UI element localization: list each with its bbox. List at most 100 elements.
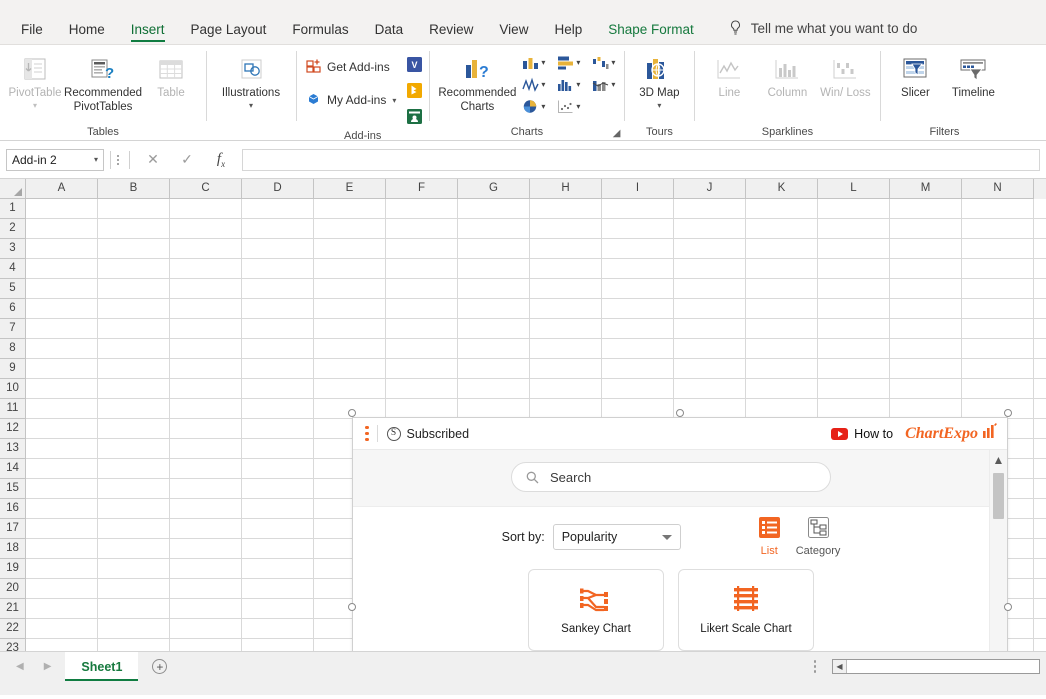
column-header-c[interactable]: C bbox=[170, 179, 242, 199]
row-header[interactable]: 23 bbox=[0, 639, 26, 651]
illustrations-button[interactable]: Illustrations ▾ bbox=[212, 49, 290, 110]
row-header[interactable]: 16 bbox=[0, 499, 26, 519]
chevron-down-icon[interactable]: ▾ bbox=[657, 101, 661, 110]
chevron-up-icon[interactable]: ▲ bbox=[993, 454, 1005, 466]
column-header-j[interactable]: J bbox=[674, 179, 746, 199]
recommended-pivottables-button[interactable]: ? Recommended PivotTables bbox=[64, 49, 142, 114]
row-header[interactable]: 8 bbox=[0, 339, 26, 359]
row-header[interactable]: 3 bbox=[0, 239, 26, 259]
next-sheet-icon[interactable]: ▶ bbox=[44, 661, 52, 672]
formula-input[interactable] bbox=[242, 148, 1040, 171]
column-chart-button[interactable]: ▾ bbox=[519, 53, 548, 72]
how-to-link[interactable]: How to bbox=[831, 427, 893, 441]
column-header-b[interactable]: B bbox=[98, 179, 170, 199]
addin-scrollbar[interactable]: ▲ ▼ bbox=[989, 450, 1007, 651]
row-header[interactable]: 5 bbox=[0, 279, 26, 299]
column-header-k[interactable]: K bbox=[746, 179, 818, 199]
row-header[interactable]: 19 bbox=[0, 559, 26, 579]
sparkline-line-button[interactable]: Line bbox=[700, 49, 758, 101]
stock-chart-button[interactable]: ▾ bbox=[519, 75, 548, 94]
bing-maps-icon[interactable] bbox=[406, 82, 423, 104]
row-header[interactable]: 11 bbox=[0, 399, 26, 419]
search-box[interactable] bbox=[511, 462, 831, 492]
row-header[interactable]: 12 bbox=[0, 419, 26, 439]
sheet-tab-sheet1[interactable]: Sheet1 bbox=[65, 652, 139, 681]
add-sheet-button[interactable]: + bbox=[138, 652, 181, 681]
pie-chart-button[interactable]: ▾ bbox=[519, 97, 548, 116]
my-addins-button[interactable]: My Add-ins ▾ bbox=[302, 88, 400, 112]
column-header-g[interactable]: G bbox=[458, 179, 530, 199]
ribbon-tab-formulas[interactable]: Formulas bbox=[279, 22, 361, 45]
insert-function-icon[interactable]: fx bbox=[204, 151, 238, 169]
chevron-down-icon[interactable]: ▾ bbox=[392, 96, 396, 105]
row-header[interactable]: 15 bbox=[0, 479, 26, 499]
timeline-button[interactable]: Timeline bbox=[944, 49, 1002, 101]
resize-handle-top-left[interactable] bbox=[348, 409, 356, 417]
check-icon[interactable]: ✓ bbox=[170, 151, 204, 168]
view-toggle-category[interactable]: Category bbox=[796, 517, 840, 557]
scroll-left-icon[interactable]: ◀ bbox=[833, 660, 847, 673]
column-header-d[interactable]: D bbox=[242, 179, 314, 199]
row-header[interactable]: 1 bbox=[0, 199, 26, 219]
row-header[interactable]: 14 bbox=[0, 459, 26, 479]
chartexpo-logo[interactable]: ChartExpo bbox=[905, 423, 997, 444]
resize-handle-top-right[interactable] bbox=[1004, 409, 1012, 417]
row-header[interactable]: 21 bbox=[0, 599, 26, 619]
sort-by-select[interactable]: Popularity bbox=[552, 524, 681, 550]
column-header-i[interactable]: I bbox=[602, 179, 674, 199]
chart-cards-scroll-area[interactable]: Sankey Chart Likert Scale Chart bbox=[353, 565, 989, 651]
ribbon-tab-shape-format[interactable]: Shape Format bbox=[595, 22, 707, 45]
tell-me-search[interactable]: Tell me what you want to do bbox=[707, 20, 928, 44]
select-all-corner[interactable] bbox=[0, 179, 26, 199]
3d-map-button[interactable]: 3D Map ▾ bbox=[630, 49, 688, 110]
column-header-e[interactable]: E bbox=[314, 179, 386, 199]
kebab-menu-icon[interactable] bbox=[363, 424, 374, 444]
ribbon-tab-help[interactable]: Help bbox=[541, 22, 595, 45]
visio-icon[interactable]: V bbox=[406, 56, 423, 78]
chevron-down-icon[interactable]: ▾ bbox=[33, 101, 37, 110]
column-header-m[interactable]: M bbox=[890, 179, 962, 199]
people-graph-icon[interactable] bbox=[406, 108, 423, 130]
name-box[interactable]: Add-in 2 ▾ bbox=[6, 148, 104, 171]
row-header[interactable]: 9 bbox=[0, 359, 26, 379]
sparkline-winloss-button[interactable]: Win/ Loss bbox=[816, 49, 874, 101]
row-header[interactable]: 20 bbox=[0, 579, 26, 599]
pivottable-button[interactable]: PivotTable ▾ bbox=[6, 49, 64, 110]
chevron-down-icon[interactable]: ▾ bbox=[94, 155, 98, 164]
resize-handle-top-center[interactable] bbox=[676, 409, 684, 417]
table-button[interactable]: Table bbox=[142, 49, 200, 101]
resize-handle-mid-left[interactable] bbox=[348, 603, 356, 611]
row-header[interactable]: 17 bbox=[0, 519, 26, 539]
row-header[interactable]: 4 bbox=[0, 259, 26, 279]
view-toggle-list[interactable]: List bbox=[758, 517, 780, 557]
chevron-down-icon[interactable]: ▾ bbox=[249, 101, 253, 110]
search-input[interactable] bbox=[548, 468, 816, 486]
row-header[interactable]: 6 bbox=[0, 299, 26, 319]
column-header-h[interactable]: H bbox=[530, 179, 602, 199]
resize-handle-mid-right[interactable] bbox=[1004, 603, 1012, 611]
slicer-button[interactable]: Slicer bbox=[886, 49, 944, 101]
recommended-charts-button[interactable]: ? Recommended Charts bbox=[435, 49, 519, 114]
sheet-options-icon[interactable] bbox=[808, 660, 823, 673]
ribbon-tab-file[interactable]: File bbox=[8, 22, 56, 45]
histogram-chart-button[interactable]: ▾ bbox=[554, 75, 583, 94]
cancel-icon[interactable]: ✕ bbox=[136, 151, 170, 168]
column-header-a[interactable]: A bbox=[26, 179, 98, 199]
scatter-chart-button[interactable]: ▾ bbox=[554, 97, 583, 116]
bar-chart-button[interactable]: ▾ bbox=[554, 53, 583, 72]
row-header[interactable]: 10 bbox=[0, 379, 26, 399]
horizontal-scrollbar[interactable]: ◀ bbox=[832, 659, 1040, 674]
chart-card-likert-scale[interactable]: Likert Scale Chart bbox=[678, 569, 814, 651]
column-header-n[interactable]: N bbox=[962, 179, 1034, 199]
ribbon-tab-home[interactable]: Home bbox=[56, 22, 118, 45]
ribbon-tab-review[interactable]: Review bbox=[416, 22, 486, 45]
row-header[interactable]: 2 bbox=[0, 219, 26, 239]
row-header[interactable]: 7 bbox=[0, 319, 26, 339]
ribbon-tab-data[interactable]: Data bbox=[362, 22, 417, 45]
combo-chart-button[interactable]: ▾ bbox=[589, 75, 618, 94]
ribbon-tab-insert[interactable]: Insert bbox=[118, 22, 178, 45]
charts-dialog-launcher[interactable]: ◢ bbox=[613, 128, 621, 139]
ribbon-tab-view[interactable]: View bbox=[486, 22, 541, 45]
chart-card-sankey[interactable]: Sankey Chart bbox=[528, 569, 664, 651]
row-header[interactable]: 22 bbox=[0, 619, 26, 639]
